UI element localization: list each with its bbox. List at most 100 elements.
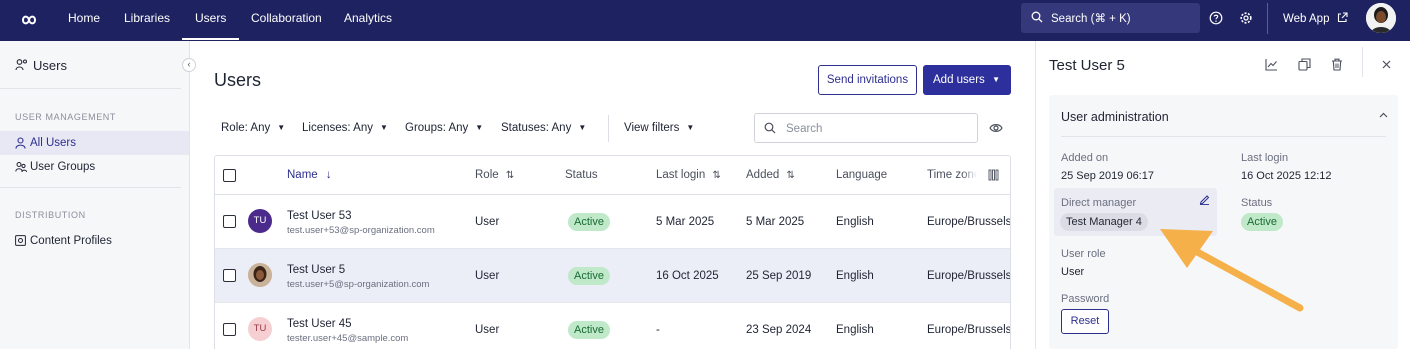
sidebar-item-label: Content Profiles [30, 235, 112, 247]
sidebar-item-content-profiles[interactable]: Content Profiles [0, 229, 189, 253]
time-zone: Europe/Brussels [927, 270, 1011, 282]
send-invitations-button[interactable]: Send invitations [818, 65, 917, 95]
column-language[interactable]: Language [836, 169, 887, 181]
filter-groups[interactable]: Groups: Any ▼ [405, 122, 483, 134]
time-zone: Europe/Brussels [927, 324, 1011, 336]
user-name[interactable]: Test User 53 [287, 210, 352, 222]
row-checkbox[interactable] [223, 269, 236, 282]
language: English [836, 270, 874, 282]
user-avatar[interactable] [1366, 3, 1396, 33]
table-row[interactable]: TU Test User 53 test.user+53@sp-organiza… [215, 195, 1010, 249]
page-title: Users [214, 70, 262, 90]
column-role[interactable]: Role ⇅ [475, 169, 514, 181]
column-added[interactable]: Added ⇅ [746, 169, 795, 181]
row-checkbox[interactable] [223, 323, 236, 336]
filter-divider [608, 115, 609, 142]
table-row[interactable]: Test User 5 test.user+5@sp-organization.… [215, 249, 1011, 303]
user-group-icon [15, 162, 27, 173]
reset-password-button[interactable]: Reset [1061, 309, 1109, 334]
user-icon [15, 137, 26, 149]
user-name[interactable]: Test User 45 [287, 318, 352, 330]
user-role-value: User [1061, 266, 1085, 278]
topbar-divider [1267, 3, 1268, 34]
filter-statuses[interactable]: Statuses: Any ▼ [501, 122, 586, 134]
nav-libraries[interactable]: Libraries [124, 0, 170, 41]
gear-icon[interactable] [1239, 11, 1253, 25]
trash-icon[interactable] [1331, 58, 1343, 71]
caret-down-icon: ▼ [992, 75, 1000, 84]
view-filters-button[interactable]: View filters ▼ [624, 122, 694, 134]
column-name[interactable]: Name ↓ [287, 169, 332, 181]
web-app-link[interactable]: Web App [1283, 12, 1348, 25]
sort-icon: ⇅ [505, 170, 515, 181]
filter-role[interactable]: Role: Any ▼ [221, 122, 285, 134]
eye-icon[interactable] [989, 122, 1003, 134]
select-all-checkbox[interactable] [223, 169, 236, 182]
filter-label: Groups: Any [405, 122, 469, 134]
nav-collaboration[interactable]: Collaboration [251, 0, 322, 41]
help-icon[interactable] [1209, 11, 1223, 25]
sidebar-divider [0, 88, 181, 89]
added-date: 25 Sep 2019 [746, 270, 812, 282]
search-icon [1031, 11, 1043, 23]
view-filters-label: View filters [624, 122, 680, 134]
users-search-input[interactable]: Search [754, 113, 978, 143]
analytics-icon[interactable] [1265, 58, 1278, 71]
close-icon[interactable] [1382, 60, 1391, 69]
added-date: 23 Sep 2024 [746, 324, 812, 336]
sidebar-item-label: All Users [30, 137, 77, 149]
column-label: Last login [656, 169, 706, 181]
column-time-zone[interactable]: Time zone [927, 169, 977, 181]
column-last-login[interactable]: Last login ⇅ [656, 169, 721, 181]
avatar [248, 263, 272, 287]
caret-down-icon: ▼ [277, 123, 286, 132]
caret-down-icon: ▼ [379, 123, 388, 132]
sidebar-item-all-users[interactable]: All Users [0, 131, 189, 155]
duplicate-icon[interactable] [1298, 58, 1311, 71]
language: English [836, 324, 874, 336]
avatar-photo [1366, 3, 1396, 33]
global-search[interactable]: Search (⌘ + K) [1021, 3, 1200, 33]
caret-down-icon: ▼ [578, 123, 587, 132]
user-role-label: User role [1061, 248, 1106, 260]
collapse-sidebar-button[interactable]: ‹ [182, 58, 196, 72]
add-users-button[interactable]: Add users ▼ [923, 65, 1011, 95]
nav-analytics[interactable]: Analytics [344, 0, 392, 41]
last-login: 16 Oct 2025 [656, 270, 719, 282]
user-email: test.user+53@sp-organization.com [287, 225, 435, 236]
table-header: Name ↓ Role ⇅ Status Last login ⇅ Added … [215, 156, 1010, 195]
direct-manager-chip[interactable]: Test Manager 4 [1060, 213, 1148, 231]
user-role: User [475, 216, 500, 228]
sidebar-item-user-groups[interactable]: User Groups [0, 155, 189, 179]
search-icon [764, 122, 776, 134]
logo-icon[interactable] [17, 9, 41, 31]
pencil-icon[interactable] [1199, 194, 1210, 205]
password-label: Password [1061, 293, 1110, 305]
status-label: Status [1241, 197, 1273, 209]
table-row[interactable]: TU Test User 45 tester.user+45@sample.co… [215, 303, 1011, 349]
avatar: TU [248, 317, 272, 341]
user-name[interactable]: Test User 5 [287, 264, 345, 276]
filter-label: Role: Any [221, 122, 271, 134]
last-login-value: 16 Oct 2025 12:12 [1241, 170, 1332, 182]
added-on-label: Added on [1061, 152, 1109, 164]
nav-home[interactable]: Home [68, 0, 100, 41]
users-admin-icon [15, 59, 27, 71]
user-role: User [475, 324, 500, 336]
columns-icon[interactable] [988, 169, 999, 181]
sidebar-divider [0, 187, 181, 188]
caret-down-icon: ▼ [475, 123, 484, 132]
nav-users[interactable]: Users [181, 0, 240, 41]
web-app-label: Web App [1283, 13, 1330, 25]
last-login-label: Last login [1241, 152, 1289, 164]
annotation-arrow-icon [1160, 229, 1304, 312]
chevron-up-icon[interactable] [1379, 112, 1388, 118]
column-status[interactable]: Status [565, 169, 598, 181]
profile-icon [15, 235, 26, 246]
sort-desc-icon: ↓ [325, 169, 332, 181]
column-label: Role [475, 169, 499, 181]
row-checkbox[interactable] [223, 215, 236, 228]
section-title[interactable]: User administration [1061, 110, 1169, 124]
filter-licenses[interactable]: Licenses: Any ▼ [302, 122, 388, 134]
sidebar-item-label: User Groups [30, 161, 96, 173]
